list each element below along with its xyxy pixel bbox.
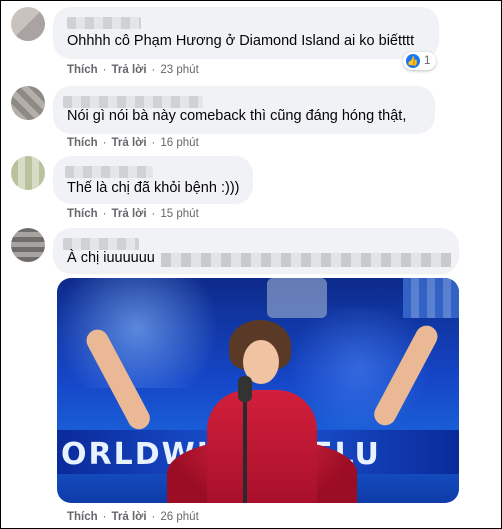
avatar[interactable] — [11, 7, 45, 41]
timestamp[interactable]: 26 phút — [160, 511, 198, 523]
blurred-text — [161, 253, 451, 267]
avatar[interactable] — [11, 86, 45, 120]
comment-bubble: Nói gì nói bà này comeback thì cũng đáng… — [53, 86, 435, 134]
reply-link[interactable]: Trả lời — [112, 208, 147, 220]
comment-photo[interactable]: ORLDWIDE INFLU — [57, 278, 459, 503]
reaction-count: 1 — [424, 55, 431, 67]
reply-link[interactable]: Trả lời — [112, 64, 147, 76]
reaction-summary[interactable]: 👍 1 — [403, 52, 437, 70]
comment-bubble: Ohhhh cô Phạm Hương ở Diamond Island ai … — [53, 7, 439, 59]
background-figure — [267, 278, 327, 318]
red-dress — [207, 390, 317, 503]
like-link[interactable]: Thích — [67, 137, 98, 149]
like-link[interactable]: Thích — [67, 64, 98, 76]
blurred-author-name[interactable] — [67, 17, 141, 29]
timestamp[interactable]: 16 phút — [160, 137, 198, 149]
like-link[interactable]: Thích — [67, 511, 98, 523]
like-link[interactable]: Thích — [67, 208, 98, 220]
avatar[interactable] — [11, 156, 45, 190]
avatar[interactable] — [11, 228, 45, 262]
mic-stand — [243, 386, 247, 503]
comment-actions: Thích · Trả lời · 23 phút — [67, 64, 199, 76]
reply-link[interactable]: Trả lời — [112, 137, 147, 149]
thumbs-up-icon: 👍 — [406, 54, 420, 68]
timestamp[interactable]: 23 phút — [160, 64, 198, 76]
blurred-author-name[interactable] — [65, 166, 153, 178]
comment-bubble: À chị iuuuuuu — [53, 228, 459, 274]
comment-thread: Ohhhh cô Phạm Hương ở Diamond Island ai … — [0, 0, 502, 529]
timestamp[interactable]: 15 phút — [160, 208, 198, 220]
comment-text: À chị iuuuuuu — [67, 250, 155, 266]
stage-light — [57, 278, 237, 388]
comment-text: Ohhhh cô Phạm Hương ở Diamond Island ai … — [67, 33, 415, 49]
reply-link[interactable]: Trả lời — [112, 511, 147, 523]
comment-actions: Thích · Trả lời · 26 phút — [67, 511, 199, 523]
blurred-author-name[interactable] — [63, 238, 139, 250]
comment-text: Nói gì nói bà này comeback thì cũng đáng… — [67, 108, 407, 124]
blurred-region — [403, 278, 459, 318]
microphone — [238, 376, 252, 402]
comment-text: Thế là chị đã khỏi bệnh :))) — [67, 180, 240, 196]
comment-bubble: Thế là chị đã khỏi bệnh :))) — [53, 156, 253, 204]
comment-actions: Thích · Trả lời · 16 phút — [67, 137, 199, 149]
blurred-author-name[interactable] — [63, 96, 203, 108]
comment-actions: Thích · Trả lời · 15 phút — [67, 208, 199, 220]
